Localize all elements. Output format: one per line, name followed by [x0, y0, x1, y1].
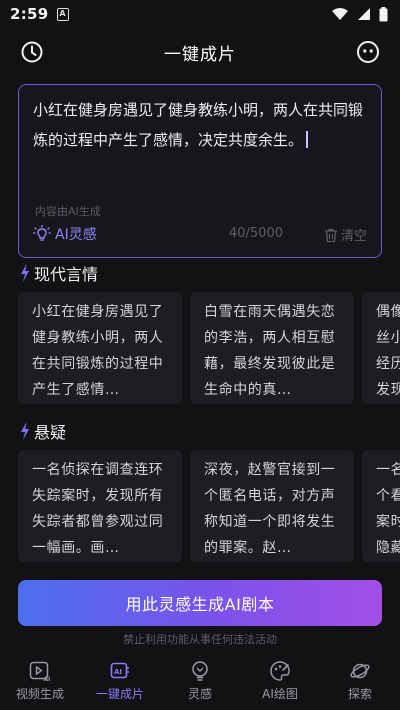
tab-label: 一键成片: [95, 687, 144, 701]
battery-icon: [379, 6, 388, 21]
mystery-card-list[interactable]: 一名侦探在调查连环失踪案时，发现所有失踪者都曾参观过同一幅画。画… 深夜，赵警官…: [18, 450, 400, 562]
story-input[interactable]: 小红在健身房遇见了健身教练小明，两人在共同锻炼的过程中产生了感情，决定共度余生。: [33, 95, 369, 155]
app-bar: 一键成片: [0, 28, 400, 76]
section-title: 现代言情: [34, 265, 99, 284]
story-text: 小红在健身房遇见了健身教练小明，两人在共同锻炼的过程中产生了感情，决定共度余生。: [33, 101, 364, 149]
story-card-text: 深夜，赵警官接到一个匿名电话，对方声称知道一个即将发生的罪案。赵…: [204, 462, 336, 556]
lightning-icon: [21, 422, 29, 440]
status-time: 2:59: [10, 5, 49, 23]
story-editor[interactable]: 小红在健身房遇见了健身教练小明，两人在共同锻炼的过程中产生了感情，决定共度余生。…: [18, 84, 382, 258]
section-header-romance: 现代言情: [20, 261, 98, 285]
bottom-tab-bar: AI 视频生成 AI 一键成片 灵感 AI绘图 探索: [0, 651, 400, 710]
story-card-text: 一名个看案时隐藏: [376, 462, 400, 556]
ai-inspiration-button[interactable]: AI灵感: [33, 224, 97, 244]
notification-a-icon: A: [56, 7, 69, 21]
character-counter: 40/5000: [228, 226, 283, 241]
page-title: 一键成片: [164, 44, 236, 65]
svg-text:AI: AI: [44, 676, 51, 682]
tab-ai-drawing[interactable]: AI绘图: [240, 651, 320, 710]
story-card-text: 一名侦探在调查连环失踪案时，发现所有失踪者都曾参观过同一幅画。画…: [32, 462, 164, 556]
story-card[interactable]: 深夜，赵警官接到一个匿名电话，对方声称知道一个即将发生的罪案。赵…: [190, 450, 354, 562]
clear-label: 清空: [340, 229, 367, 244]
tab-explore[interactable]: 探索: [320, 651, 400, 710]
planet-icon: [350, 663, 370, 679]
text-caret: [306, 131, 308, 148]
trash-icon: [324, 228, 337, 242]
tab-label: 探索: [347, 687, 372, 701]
ai-generated-note: 内容由AI生成: [35, 205, 101, 218]
story-card-text: 白雪在雨天偶遇失恋的李浩，两人相互慰藉，最终发现彼此是生命中的真…: [204, 304, 336, 398]
lightning-icon: [21, 264, 29, 282]
disclaimer-text: 禁止利用功能从事任何违法活动: [123, 633, 277, 646]
tab-one-click-film[interactable]: AI 一键成片: [80, 651, 160, 710]
svg-text:AI: AI: [114, 668, 122, 676]
status-bar: 2:59 A: [0, 0, 400, 28]
tab-inspiration[interactable]: 灵感: [160, 651, 240, 710]
lightbulb-icon: [33, 225, 51, 241]
story-card[interactable]: 小红在健身房遇见了健身教练小明，两人在共同锻炼的过程中产生了感情…: [18, 292, 182, 404]
story-card[interactable]: 一名侦探在调查连环失踪案时，发现所有失踪者都曾参观过同一幅画。画…: [18, 450, 182, 562]
story-card-text: 小红在健身房遇见了健身教练小明，两人在共同锻炼的过程中产生了感情…: [32, 304, 164, 398]
story-card[interactable]: 一名个看案时隐藏: [362, 450, 400, 562]
tab-label: 灵感: [187, 687, 212, 701]
clear-button[interactable]: 清空: [323, 225, 367, 244]
ai-chip-icon: AI: [110, 662, 129, 679]
video-ai-icon: AI: [29, 661, 51, 682]
robot-face-icon[interactable]: [356, 40, 380, 64]
story-card[interactable]: 白雪在雨天偶遇失恋的李浩，两人相互慰藉，最终发现彼此是生命中的真…: [190, 292, 354, 404]
tab-label: AI绘图: [262, 687, 298, 701]
ai-inspiration-label: AI灵感: [55, 227, 97, 243]
history-clock-icon[interactable]: [20, 40, 44, 64]
cellular-signal-icon: [358, 8, 370, 20]
tab-video-generate[interactable]: AI 视频生成: [0, 651, 80, 710]
story-card-text: 偶像丝小经历发现: [376, 304, 400, 398]
wifi-icon: [332, 8, 348, 20]
tab-label: 视频生成: [15, 687, 64, 701]
status-icons: [331, 6, 388, 22]
palette-icon: [270, 661, 290, 681]
romance-card-list[interactable]: 小红在健身房遇见了健身教练小明，两人在共同锻炼的过程中产生了感情… 白雪在雨天偶…: [18, 292, 400, 404]
lightbulb-icon: [192, 661, 208, 681]
section-title: 悬疑: [34, 423, 67, 442]
story-card[interactable]: 偶像丝小经历发现: [362, 292, 400, 404]
section-header-mystery: 悬疑: [20, 419, 66, 443]
generate-script-button[interactable]: 用此灵感生成AI剧本: [18, 580, 382, 626]
